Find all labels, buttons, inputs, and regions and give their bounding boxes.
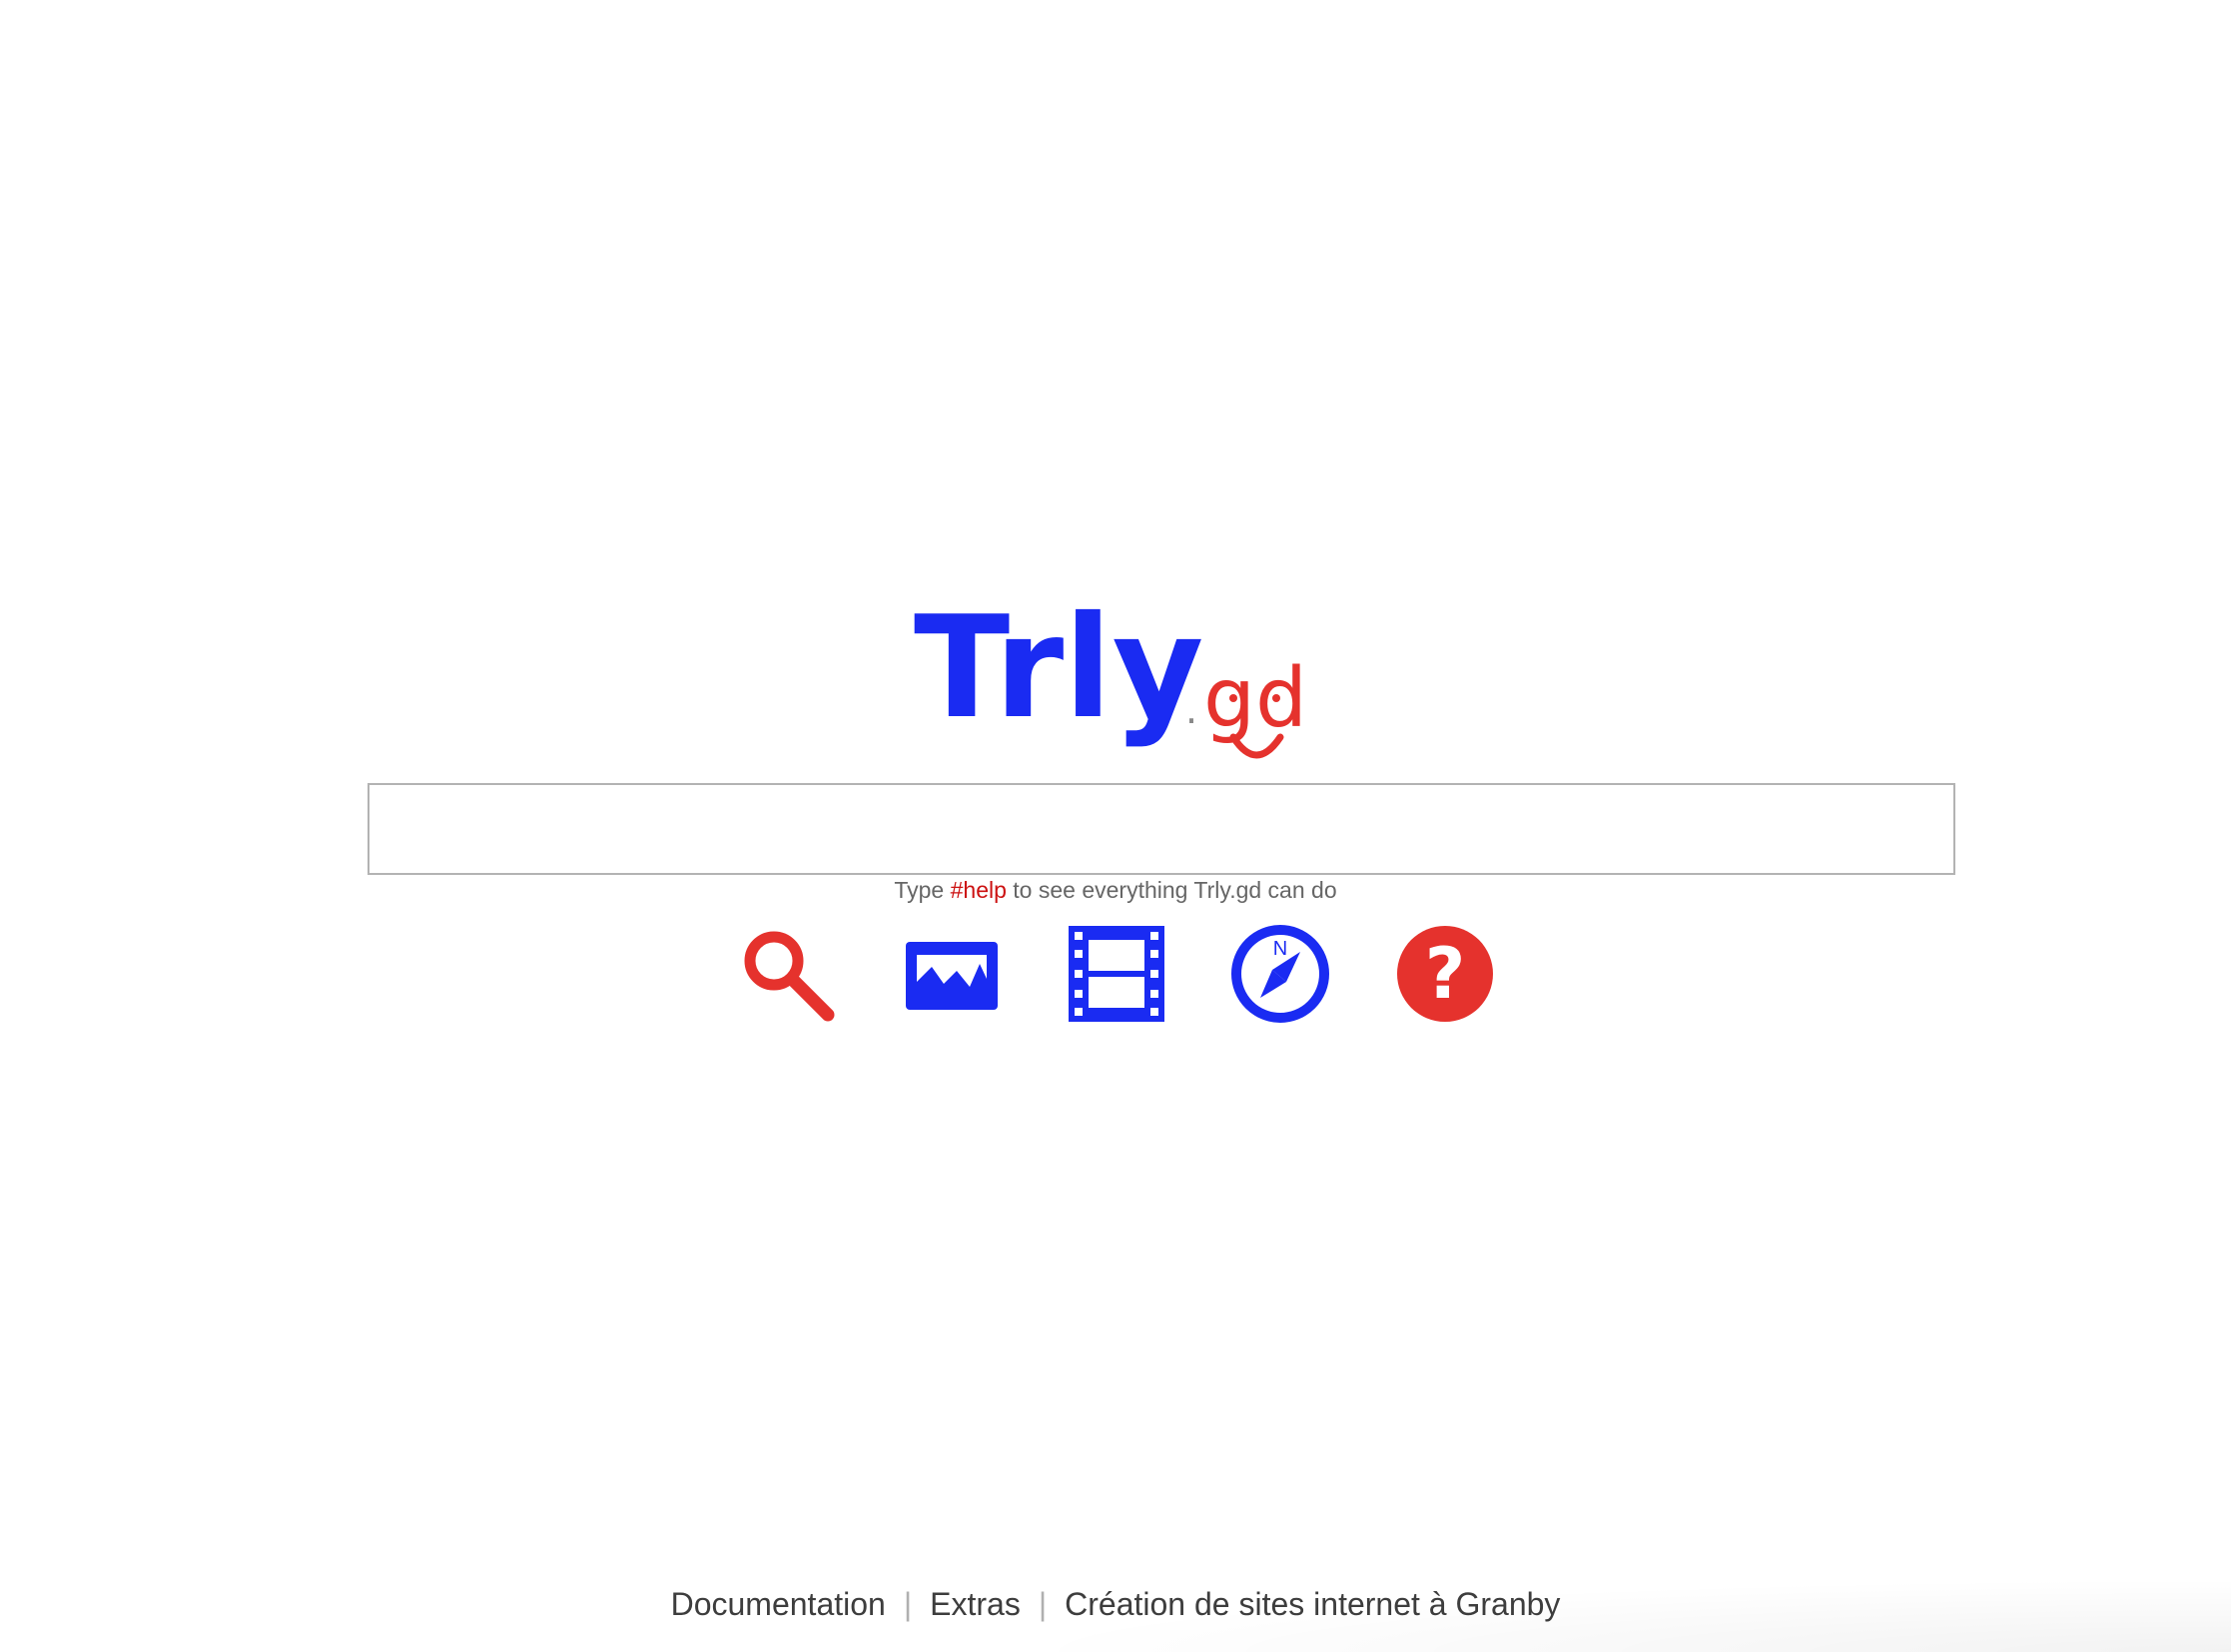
home-page: Trly . gd Type #help to see everything T… xyxy=(0,0,2231,1652)
image-icon xyxy=(906,942,998,1010)
search-hint: Type #help to see everything Trly.gd can… xyxy=(0,877,2231,904)
footer-link-extras[interactable]: Extras xyxy=(930,1586,1021,1622)
compass-icon: N xyxy=(1231,925,1329,1023)
explore-button[interactable]: N xyxy=(1230,924,1330,1024)
help-icon: ? xyxy=(1397,926,1493,1022)
hint-prefix: Type xyxy=(894,877,951,903)
footer-separator: | xyxy=(903,1586,913,1622)
search-input[interactable] xyxy=(368,783,1955,875)
help-glyph: ? xyxy=(1425,933,1466,1015)
logo-dot: . xyxy=(1185,688,1197,732)
footer: Documentation | Extras | Création de sites i… xyxy=(0,1586,2231,1623)
video-search-button[interactable] xyxy=(1067,924,1166,1024)
logo-suffix-text: gd xyxy=(1203,651,1307,746)
logo-main-text: Trly xyxy=(914,595,1203,750)
compass-north-label: N xyxy=(1273,938,1287,960)
logo-eye-left xyxy=(1229,694,1237,702)
footer-link-documentation[interactable]: Documentation xyxy=(671,1586,886,1622)
search-icon xyxy=(744,931,835,1022)
web-search-button[interactable] xyxy=(737,924,837,1024)
hint-suffix: to see everything Trly.gd can do xyxy=(1006,877,1337,903)
trly-logo[interactable]: Trly . gd xyxy=(914,595,1318,770)
image-search-button[interactable] xyxy=(902,924,1002,1024)
hint-help-keyword[interactable]: #help xyxy=(951,877,1007,903)
video-icon xyxy=(1069,926,1164,1022)
footer-separator: | xyxy=(1038,1586,1048,1622)
help-button[interactable]: ? xyxy=(1395,924,1495,1024)
logo-eye-right xyxy=(1272,694,1280,702)
footer-link-web-design-granby[interactable]: Création de sites internet à Granby xyxy=(1065,1586,1560,1622)
